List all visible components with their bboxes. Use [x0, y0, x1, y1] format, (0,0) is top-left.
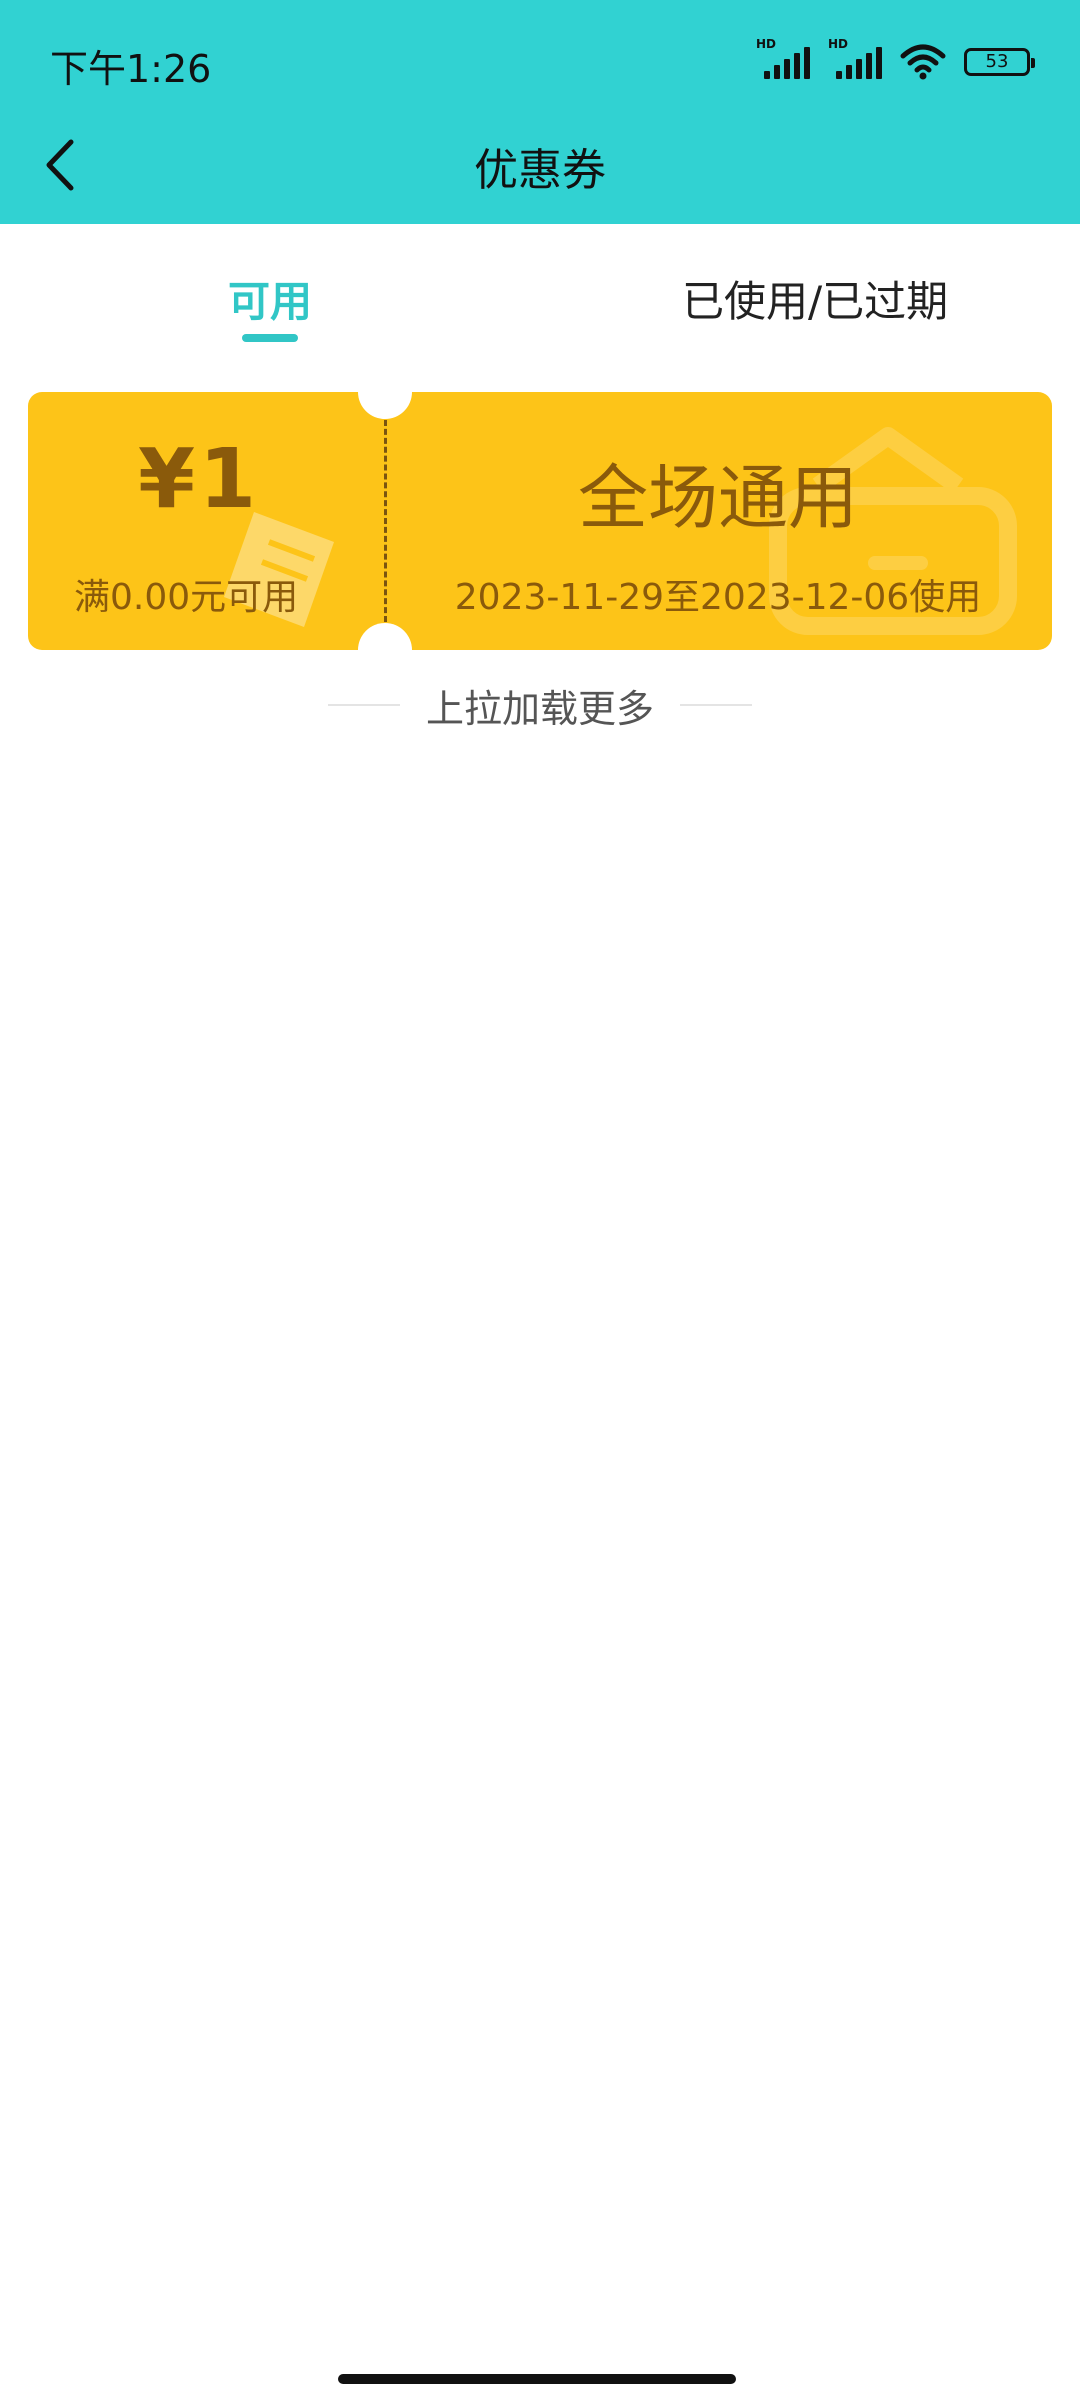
- coupon-notch-bottom: [358, 623, 412, 650]
- screen: 下午1:26 HD HD 53 优惠券 可用 已使用/已过期 ¥1 满0.00元…: [0, 0, 1080, 2400]
- page-title: 优惠券: [474, 145, 606, 196]
- coupon-scope: 全场通用: [578, 457, 858, 539]
- tab-available[interactable]: 可用: [228, 268, 312, 329]
- signal-icon: HD: [756, 37, 810, 81]
- coupon-condition: 满0.00元可用: [74, 577, 299, 618]
- coupon-validity: 2023-11-29至2023-12-06使用: [454, 577, 982, 618]
- coupon-amount: ¥1: [138, 432, 261, 527]
- battery-icon: 53: [964, 48, 1035, 76]
- load-more-hint: 上拉加载更多: [0, 680, 1080, 731]
- coupon-card[interactable]: ¥1 满0.00元可用 全场通用 2023-11-29至2023-12-06使用: [28, 392, 1052, 650]
- load-more-text: 上拉加载更多: [425, 686, 654, 731]
- load-more-line-left: [327, 704, 400, 706]
- tab-used-expired[interactable]: 已使用/已过期: [682, 268, 948, 329]
- wifi-icon: [900, 44, 946, 80]
- tab-indicator: [242, 334, 298, 342]
- status-icons: HD HD 53: [756, 37, 1035, 82]
- home-indicator[interactable]: [338, 2374, 736, 2384]
- status-time: 下午1:26: [50, 47, 212, 91]
- app-header: 下午1:26 HD HD 53 优惠券: [0, 0, 1080, 224]
- tab-bar: 可用 已使用/已过期: [0, 224, 1080, 354]
- load-more-line-right: [680, 704, 752, 706]
- coupon-notch-top: [358, 392, 412, 419]
- battery-level: 53: [985, 51, 1009, 72]
- signal-icon: HD: [828, 37, 882, 81]
